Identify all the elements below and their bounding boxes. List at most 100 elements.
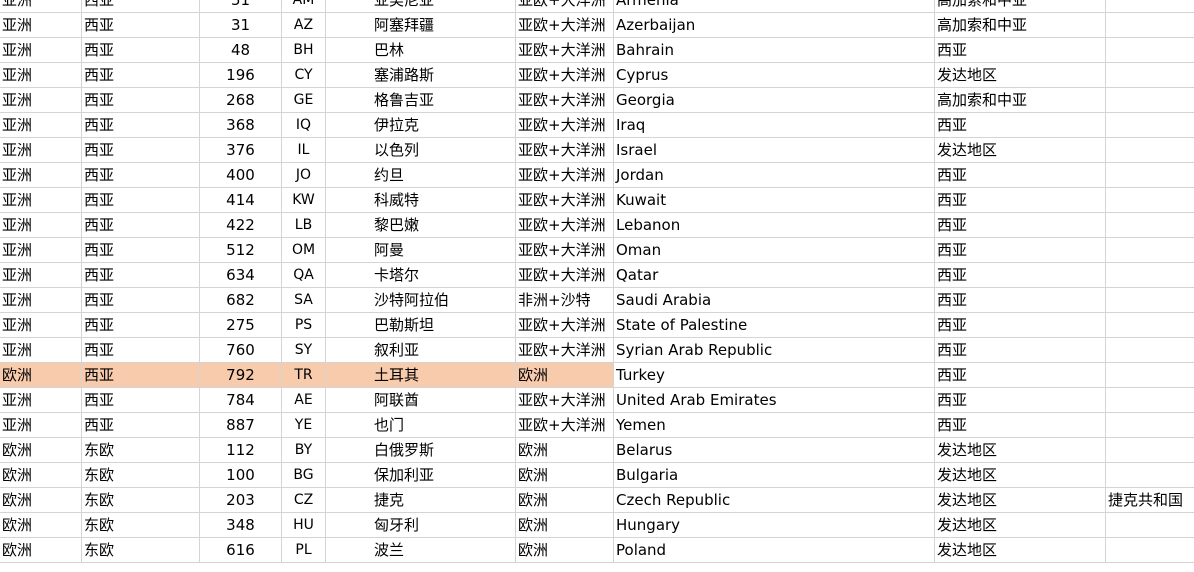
cell-country-number[interactable]: 275 — [200, 313, 282, 337]
cell-continent[interactable]: 亚洲 — [0, 88, 82, 112]
cell-country-name-cn[interactable]: 土耳其 — [326, 363, 516, 387]
cell-continent[interactable]: 亚洲 — [0, 238, 82, 262]
cell-country-name-cn[interactable]: 也门 — [326, 413, 516, 437]
cell-country-name-en[interactable]: Syrian Arab Republic — [614, 338, 935, 362]
cell-group[interactable]: 亚欧+大洋洲 — [516, 188, 614, 212]
cell-region[interactable]: 西亚 — [82, 238, 200, 262]
cell-group[interactable]: 欧洲 — [516, 538, 614, 562]
cell-country-number[interactable]: 348 — [200, 513, 282, 537]
cell-group[interactable]: 亚欧+大洋洲 — [516, 0, 614, 12]
cell-continent[interactable]: 亚洲 — [0, 38, 82, 62]
cell-country-name-cn[interactable]: 约旦 — [326, 163, 516, 187]
cell-country-code[interactable]: AZ — [282, 13, 326, 37]
cell-country-name-en[interactable]: Saudi Arabia — [614, 288, 935, 312]
cell-country-name-cn[interactable]: 匈牙利 — [326, 513, 516, 537]
cell-development-region[interactable]: 发达地区 — [935, 463, 1106, 487]
cell-development-region[interactable]: 西亚 — [935, 363, 1106, 387]
cell-country-name-en[interactable]: Lebanon — [614, 213, 935, 237]
cell-country-name-en[interactable]: Turkey — [614, 363, 935, 387]
cell-continent[interactable]: 亚洲 — [0, 138, 82, 162]
cell-country-name-en[interactable]: Georgia — [614, 88, 935, 112]
cell-continent[interactable]: 欧洲 — [0, 488, 82, 512]
cell-region[interactable]: 西亚 — [82, 388, 200, 412]
cell-development-region[interactable]: 西亚 — [935, 38, 1106, 62]
cell-country-name-en[interactable]: Czech Republic — [614, 488, 935, 512]
cell-country-code[interactable]: BY — [282, 438, 326, 462]
cell-note[interactable] — [1106, 338, 1194, 362]
cell-note[interactable] — [1106, 188, 1194, 212]
cell-region[interactable]: 东欧 — [82, 463, 200, 487]
cell-note[interactable] — [1106, 38, 1194, 62]
cell-country-name-cn[interactable]: 叙利亚 — [326, 338, 516, 362]
cell-country-number[interactable]: 100 — [200, 463, 282, 487]
cell-region[interactable]: 东欧 — [82, 438, 200, 462]
cell-group[interactable]: 亚欧+大洋洲 — [516, 63, 614, 87]
cell-country-name-en[interactable]: Poland — [614, 538, 935, 562]
cell-country-name-en[interactable]: Hungary — [614, 513, 935, 537]
cell-country-code[interactable]: IL — [282, 138, 326, 162]
cell-region[interactable]: 西亚 — [82, 138, 200, 162]
cell-country-name-cn[interactable]: 捷克 — [326, 488, 516, 512]
cell-group[interactable]: 亚欧+大洋洲 — [516, 213, 614, 237]
cell-continent[interactable]: 欧洲 — [0, 513, 82, 537]
cell-development-region[interactable]: 发达地区 — [935, 538, 1106, 562]
cell-country-name-en[interactable]: Oman — [614, 238, 935, 262]
cell-country-code[interactable]: BG — [282, 463, 326, 487]
cell-country-number[interactable]: 784 — [200, 388, 282, 412]
cell-continent[interactable]: 亚洲 — [0, 388, 82, 412]
cell-country-number[interactable]: 422 — [200, 213, 282, 237]
cell-country-code[interactable]: PL — [282, 538, 326, 562]
cell-region[interactable]: 东欧 — [82, 513, 200, 537]
cell-region[interactable]: 西亚 — [82, 213, 200, 237]
cell-continent[interactable]: 亚洲 — [0, 188, 82, 212]
cell-note[interactable] — [1106, 538, 1194, 562]
cell-development-region[interactable]: 西亚 — [935, 338, 1106, 362]
cell-development-region[interactable]: 发达地区 — [935, 488, 1106, 512]
cell-group[interactable]: 亚欧+大洋洲 — [516, 338, 614, 362]
cell-continent[interactable]: 欧洲 — [0, 363, 82, 387]
cell-country-name-cn[interactable]: 阿曼 — [326, 238, 516, 262]
cell-group[interactable]: 亚欧+大洋洲 — [516, 13, 614, 37]
cell-country-number[interactable]: 682 — [200, 288, 282, 312]
cell-country-code[interactable]: KW — [282, 188, 326, 212]
cell-country-number[interactable]: 31 — [200, 13, 282, 37]
cell-region[interactable]: 西亚 — [82, 188, 200, 212]
cell-continent[interactable]: 亚洲 — [0, 0, 82, 12]
cell-country-code[interactable]: AM — [282, 0, 326, 12]
cell-country-name-cn[interactable]: 格鲁吉亚 — [326, 88, 516, 112]
cell-country-code[interactable]: PS — [282, 313, 326, 337]
cell-region[interactable]: 西亚 — [82, 338, 200, 362]
cell-country-name-cn[interactable]: 沙特阿拉伯 — [326, 288, 516, 312]
cell-note[interactable] — [1106, 13, 1194, 37]
cell-group[interactable]: 亚欧+大洋洲 — [516, 388, 614, 412]
cell-group[interactable]: 亚欧+大洋洲 — [516, 88, 614, 112]
cell-country-number[interactable]: 400 — [200, 163, 282, 187]
cell-note[interactable]: 捷克共和国 — [1106, 488, 1194, 512]
cell-development-region[interactable]: 发达地区 — [935, 138, 1106, 162]
cell-note[interactable] — [1106, 0, 1194, 12]
cell-development-region[interactable]: 发达地区 — [935, 438, 1106, 462]
cell-country-number[interactable]: 368 — [200, 113, 282, 137]
cell-country-code[interactable]: HU — [282, 513, 326, 537]
cell-group[interactable]: 欧洲 — [516, 513, 614, 537]
cell-country-name-en[interactable]: Kuwait — [614, 188, 935, 212]
cell-country-number[interactable]: 887 — [200, 413, 282, 437]
cell-region[interactable]: 西亚 — [82, 113, 200, 137]
cell-development-region[interactable]: 高加索和中亚 — [935, 0, 1106, 12]
cell-region[interactable]: 西亚 — [82, 263, 200, 287]
cell-continent[interactable]: 欧洲 — [0, 438, 82, 462]
cell-development-region[interactable]: 西亚 — [935, 163, 1106, 187]
cell-note[interactable] — [1106, 263, 1194, 287]
cell-country-name-cn[interactable]: 卡塔尔 — [326, 263, 516, 287]
cell-note[interactable] — [1106, 238, 1194, 262]
cell-note[interactable] — [1106, 213, 1194, 237]
cell-continent[interactable]: 亚洲 — [0, 213, 82, 237]
cell-country-number[interactable]: 51 — [200, 0, 282, 12]
cell-region[interactable]: 西亚 — [82, 288, 200, 312]
cell-region[interactable]: 西亚 — [82, 413, 200, 437]
cell-continent[interactable]: 亚洲 — [0, 413, 82, 437]
cell-region[interactable]: 西亚 — [82, 363, 200, 387]
cell-country-code[interactable]: OM — [282, 238, 326, 262]
cell-country-code[interactable]: IQ — [282, 113, 326, 137]
cell-country-code[interactable]: JO — [282, 163, 326, 187]
